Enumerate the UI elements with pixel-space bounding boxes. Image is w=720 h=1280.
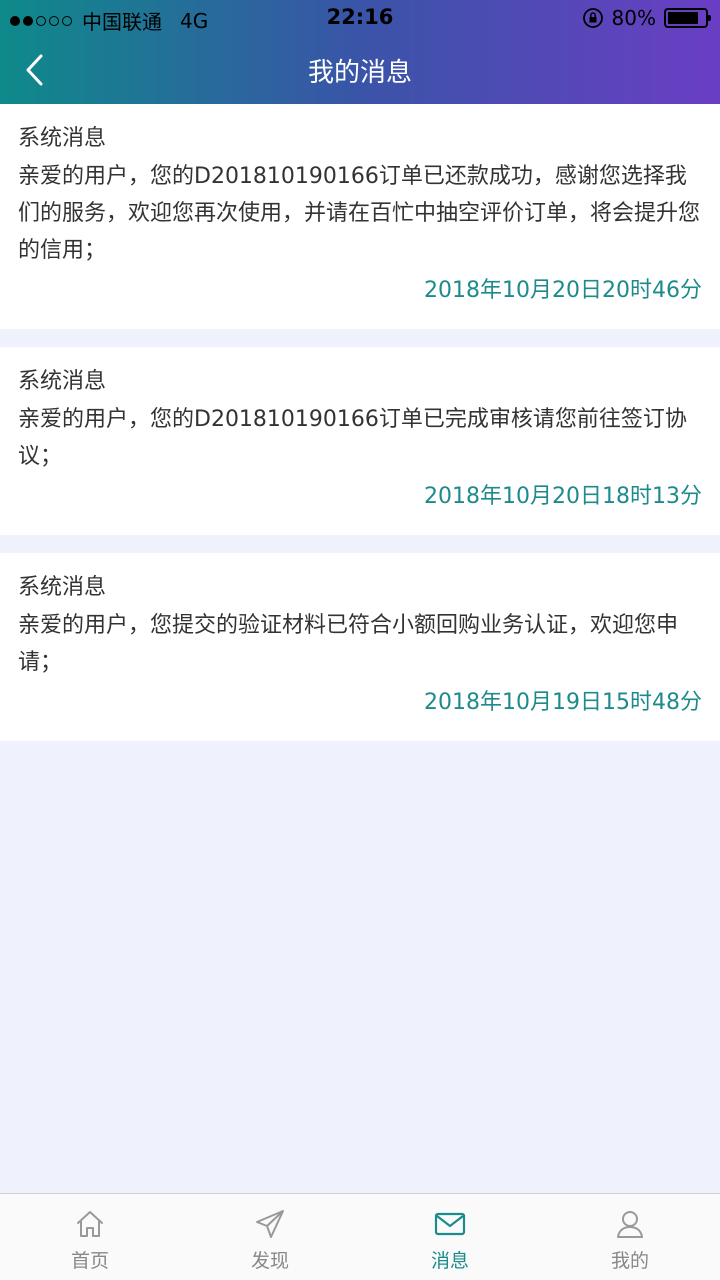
- message-title: 系统消息: [18, 369, 107, 394]
- tab-messages[interactable]: 消息: [360, 1194, 540, 1280]
- battery-percent: 80%: [611, 6, 656, 30]
- nav-bar: 我的消息: [0, 38, 720, 104]
- message-body: 亲爱的用户，您提交的验证材料已符合小额回购业务认证，欢迎您申请；: [18, 613, 679, 675]
- mail-icon: [434, 1212, 466, 1236]
- tab-label: 我的: [610, 1250, 649, 1272]
- message-card[interactable]: 系统消息 亲爱的用户，您的D201810190166订单已还款成功，感谢您选择我…: [0, 104, 720, 329]
- battery-icon: [664, 8, 711, 28]
- home-icon: [77, 1211, 103, 1237]
- message-time: 2018年10月20日20时46分: [424, 278, 702, 303]
- orientation-lock-icon: [582, 8, 603, 28]
- tab-home[interactable]: 首页: [0, 1194, 180, 1280]
- message-title: 系统消息: [18, 575, 107, 600]
- tab-label: 发现: [250, 1250, 289, 1272]
- user-icon: [617, 1211, 643, 1238]
- page-title: 我的消息: [307, 58, 412, 88]
- tab-profile[interactable]: 我的: [540, 1194, 720, 1280]
- paper-plane-icon: [256, 1210, 284, 1238]
- tab-bar: 首页 发现 消息 我的: [0, 1193, 720, 1280]
- message-time: 2018年10月20日18时13分: [424, 484, 702, 509]
- message-body: 亲爱的用户，您的D201810190166订单已完成审核请您前往签订协议；: [18, 407, 687, 469]
- tab-label: 首页: [70, 1250, 109, 1272]
- message-card[interactable]: 系统消息 亲爱的用户，您提交的验证材料已符合小额回购业务认证，欢迎您申请； 20…: [0, 553, 720, 741]
- tab-discover[interactable]: 发现: [180, 1194, 360, 1280]
- header: 中国联通 4G 22:16 80% 我的消息: [0, 0, 720, 104]
- tab-label: 消息: [430, 1250, 469, 1272]
- message-list: 系统消息 亲爱的用户，您的D201810190166订单已还款成功，感谢您选择我…: [0, 104, 720, 759]
- status-bar: 中国联通 4G 22:16 80%: [0, 0, 720, 38]
- message-card[interactable]: 系统消息 亲爱的用户，您的D201810190166订单已完成审核请您前往签订协…: [0, 347, 720, 535]
- message-time: 2018年10月19日15时48分: [424, 690, 702, 715]
- message-body: 亲爱的用户，您的D201810190166订单已还款成功，感谢您选择我们的服务，…: [18, 164, 701, 263]
- message-title: 系统消息: [18, 126, 107, 151]
